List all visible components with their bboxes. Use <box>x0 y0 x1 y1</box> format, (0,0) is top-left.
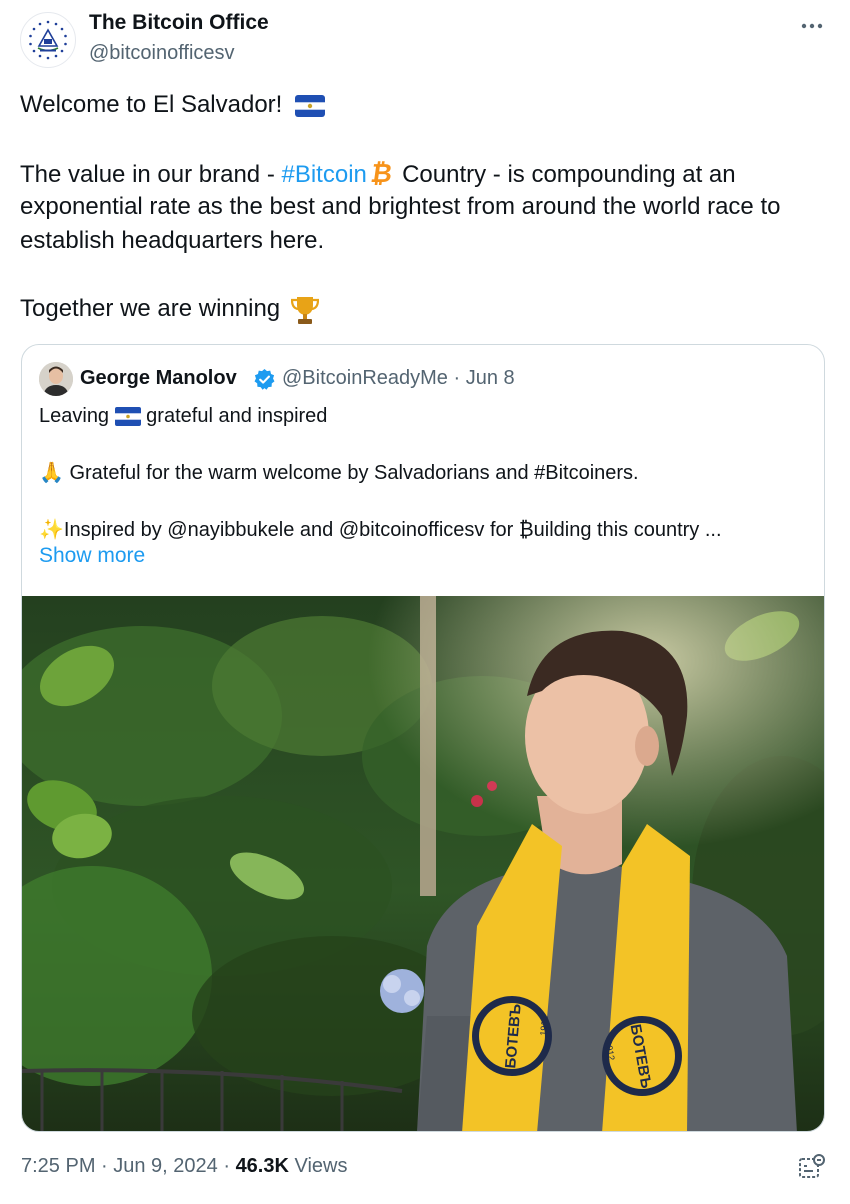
verified-badge-icon <box>254 368 275 390</box>
scarf-year-1: 1912 <box>538 1015 550 1036</box>
trophy-icon <box>290 296 319 324</box>
quoted-avatar-image <box>39 362 73 396</box>
tweet-text-country: Country - is compounding at an <box>402 161 736 188</box>
el-salvador-flag-icon <box>295 94 326 117</box>
tweet-text-winning: Together we are winning <box>20 295 287 322</box>
tweet: The Bitcoin Office @bitcoinofficesv Welc… <box>0 0 850 1204</box>
author-display-name[interactable]: The Bitcoin Office <box>89 11 269 35</box>
photo-man-in-garden: БОТЕВЪ БОТЕВЪ 1912 1912 <box>22 596 824 1131</box>
more-horizontal-icon <box>801 23 823 29</box>
quoted-text-grateful: grateful and inspired <box>140 405 328 427</box>
quoted-text-inspired: Inspired by @nayibbukele and @bitcoinoff… <box>63 519 722 541</box>
author-handle[interactable]: @bitcoinofficesv <box>89 42 235 65</box>
views-count[interactable]: 46.3K <box>236 1155 289 1177</box>
more-options-button[interactable] <box>796 10 828 42</box>
tweet-text-line-4: establish headquarters here. <box>20 227 325 254</box>
bitcoin-emoji-icon: ₿ <box>368 158 395 188</box>
quoted-text-line-1: Leaving grateful and inspired <box>39 402 327 430</box>
el-salvador-coat-of-arms-icon <box>29 20 67 60</box>
tweet-text-line-3: exponential rate as the best and brighte… <box>20 193 781 220</box>
quoted-text-line-3: ✨Inspired by @nayibbukele and @bitcoinof… <box>39 516 722 544</box>
quoted-text-line-2: 🙏 Grateful for the warm welcome by Salva… <box>39 459 639 487</box>
quoted-author-avatar[interactable] <box>39 362 73 396</box>
tweet-timestamp[interactable]: 7:25 PM · Jun 9, 2024 · <box>21 1155 236 1177</box>
bitcoin-hashtag-link[interactable]: #Bitcoin <box>281 161 366 188</box>
tweet-text-brand: The value in our brand - <box>20 161 282 188</box>
tweet-text-line-5: Together we are winning <box>20 292 319 326</box>
quoted-tweet-photo[interactable]: БОТЕВЪ БОТЕВЪ 1912 1912 <box>22 596 824 1131</box>
quoted-text-leaving: Leaving <box>39 405 115 427</box>
tweet-text-line-2: The value in our brand - #Bitcoin₿ Countr… <box>20 156 736 192</box>
author-avatar[interactable] <box>20 12 76 68</box>
tweet-text-welcome: Welcome to El Salvador! <box>20 91 290 118</box>
view-analytics-button[interactable] <box>798 1153 828 1183</box>
quoted-author-handle-date[interactable]: @BitcoinReadyMe · Jun 8 <box>282 367 515 390</box>
show-more-link[interactable]: Show more <box>39 544 145 568</box>
views-label[interactable]: Views <box>289 1155 347 1177</box>
analytics-icon <box>799 1154 825 1178</box>
quoted-author-name[interactable]: George Manolov <box>80 367 237 390</box>
sparkles-icon: ✨ <box>39 519 64 541</box>
quoted-text-welcome: Grateful for the warm welcome by Salvado… <box>63 462 639 484</box>
quoted-tweet-card[interactable]: George Manolov @BitcoinReadyMe · Jun 8 L… <box>21 344 825 1132</box>
el-salvador-flag-icon <box>114 407 141 427</box>
tweet-metadata: 7:25 PM · Jun 9, 2024 · 46.3K Views <box>21 1155 347 1178</box>
folded-hands-icon: 🙏 <box>39 462 64 484</box>
tweet-text-line-1: Welcome to El Salvador! <box>20 88 326 122</box>
